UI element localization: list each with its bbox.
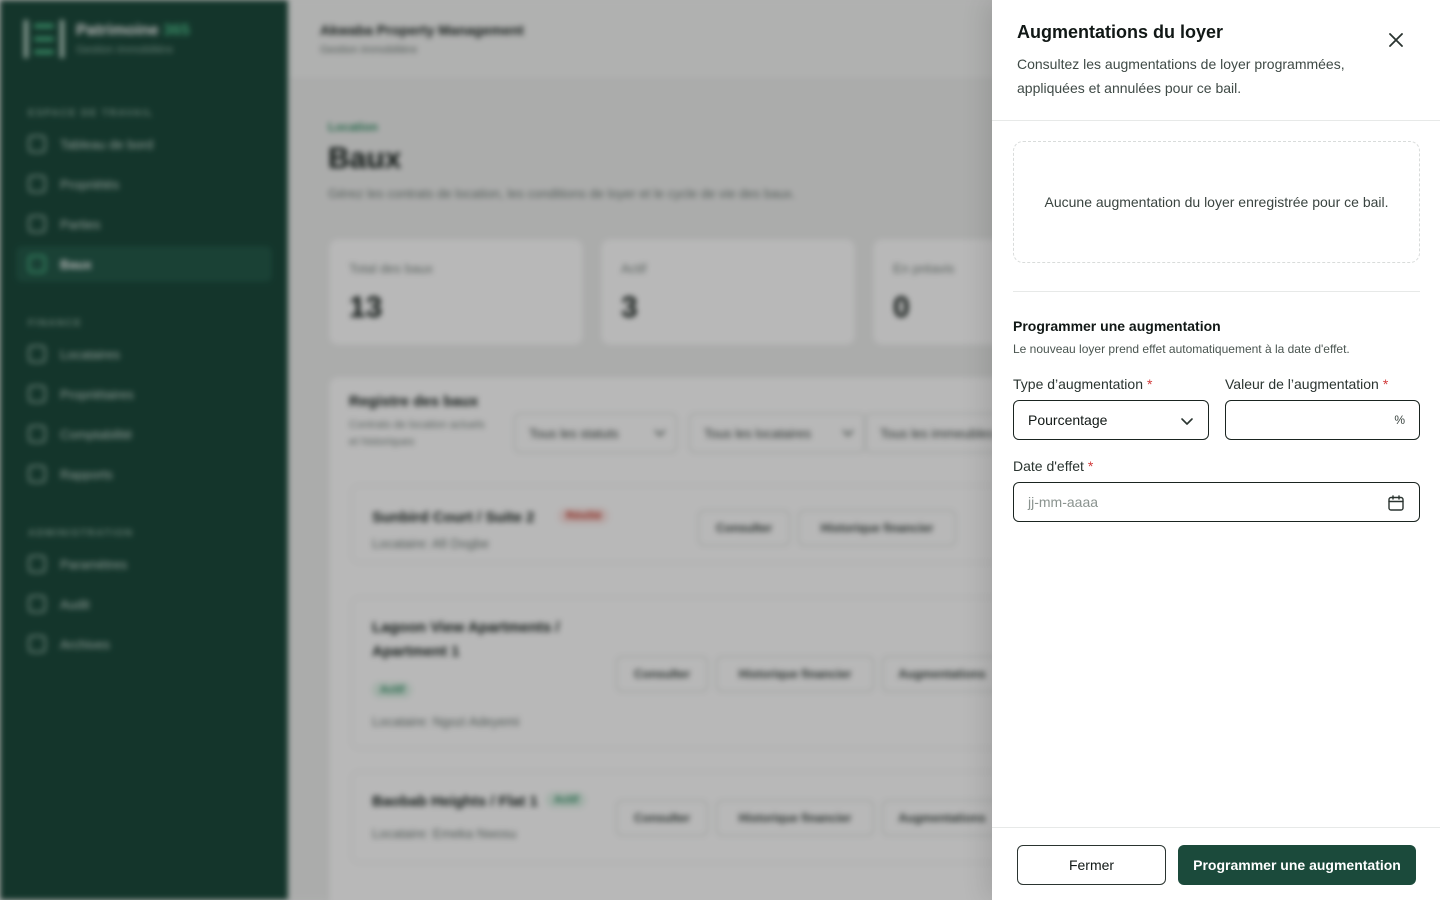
type-label: Type d’augmentation *: [1013, 376, 1153, 392]
close-button[interactable]: [1382, 26, 1410, 54]
increase-value-input[interactable]: [1240, 401, 1390, 439]
empty-state: Aucune augmentation du loyer enregistrée…: [1013, 141, 1420, 263]
effective-date-input[interactable]: jj-mm-aaaa: [1013, 482, 1420, 522]
drawer-title: Augmentations du loyer: [1017, 22, 1224, 42]
empty-state-message: Aucune augmentation du loyer enregistrée…: [1044, 194, 1389, 210]
required-mark: *: [1146, 376, 1153, 392]
increase-type-value: Pourcentage: [1028, 412, 1108, 428]
date-placeholder: jj-mm-aaaa: [1028, 494, 1099, 510]
increase-value-field[interactable]: %: [1225, 400, 1420, 440]
drawer-footer: Fermer Programmer une augmentation: [992, 827, 1440, 900]
date-label: Date d'effet *: [1013, 458, 1094, 474]
value-label: Valeur de l’augmentation *: [1225, 376, 1389, 392]
rent-increase-drawer: Augmentations du loyer Consultez les aug…: [992, 0, 1440, 900]
schedule-increase-button[interactable]: Programmer une augmentation: [1178, 845, 1416, 885]
chevron-down-icon: [1181, 418, 1193, 425]
form-title: Programmer une augmentation: [1013, 318, 1221, 334]
required-mark: *: [1382, 376, 1389, 392]
drawer-description: Consultez les augmentations de loyer pro…: [1017, 56, 1345, 96]
close-icon: [1389, 33, 1403, 47]
required-mark: *: [1087, 458, 1094, 474]
increase-type-select[interactable]: Pourcentage: [1013, 400, 1209, 440]
form-hint: Le nouveau loyer prend effet automatique…: [1013, 342, 1350, 356]
close-drawer-button[interactable]: Fermer: [1017, 845, 1166, 885]
divider: [1013, 291, 1420, 292]
percent-suffix: %: [1394, 413, 1405, 427]
calendar-icon[interactable]: [1387, 494, 1405, 512]
drawer-header: Augmentations du loyer Consultez les aug…: [992, 0, 1440, 121]
